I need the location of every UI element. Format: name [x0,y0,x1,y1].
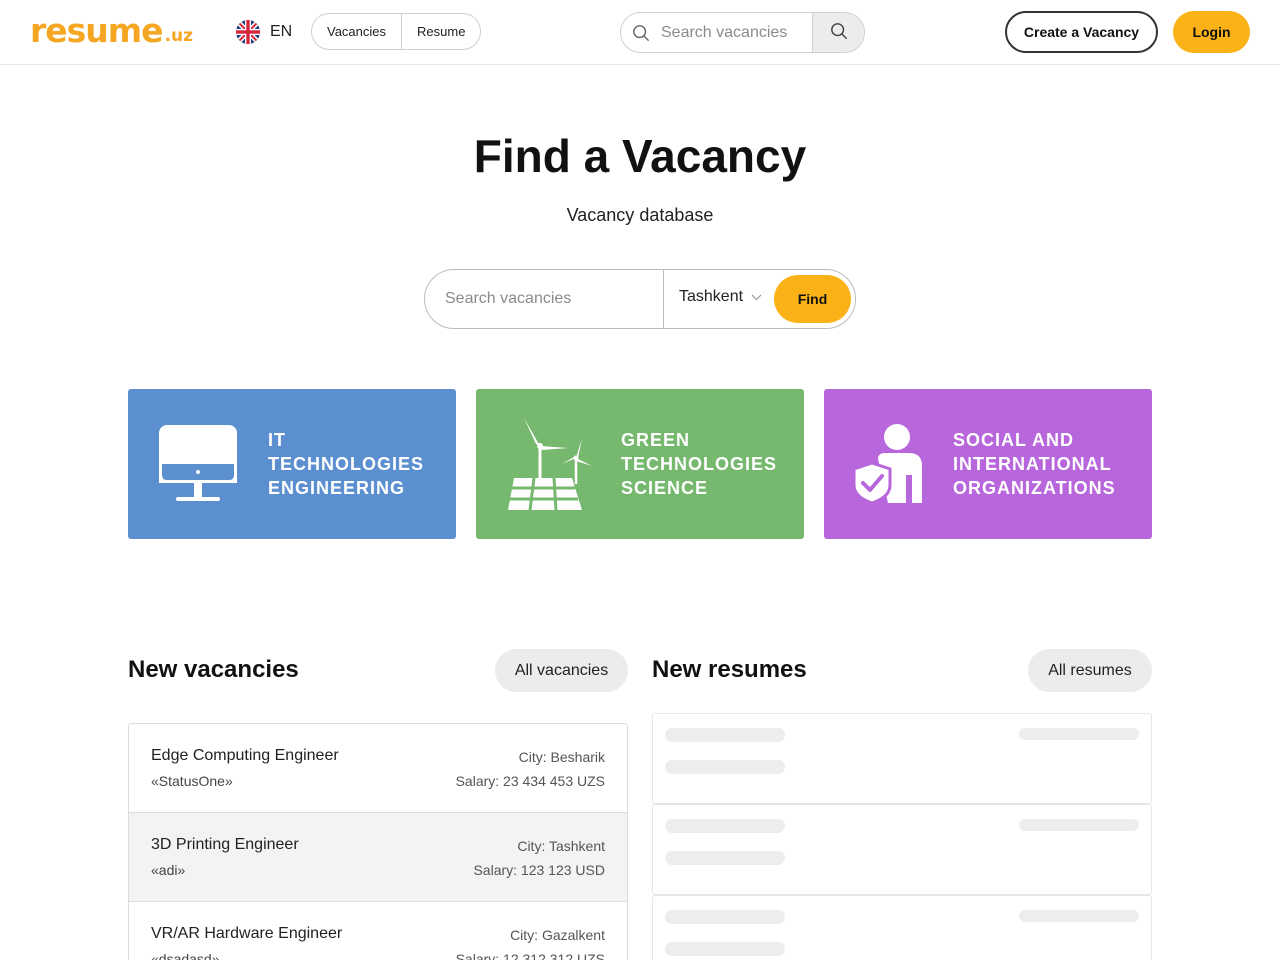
vacancy-title[interactable]: Edge Computing Engineer [151,747,339,765]
category-card-social[interactable]: SOCIAL AND INTERNATIONAL ORGANIZATIONS [824,389,1152,539]
vacancy-search-form: Tashkent Find [424,269,856,329]
resume-skeleton-row [652,895,1152,960]
skeleton-bar [665,910,785,924]
header-search [620,12,865,53]
search-divider [663,270,664,328]
all-vacancies-button[interactable]: All vacancies [495,649,628,692]
search-icon [830,22,848,45]
person-shield-icon [854,389,924,539]
resume-list [652,713,1152,960]
search-icon [621,24,661,42]
vacancy-company: «adi» [151,862,186,878]
category-card-it[interactable]: IT TECHNOLOGIES ENGINEERING [128,389,456,539]
category-line: TECHNOLOGIES [621,454,778,474]
header-search-input[interactable] [661,23,813,42]
skeleton-bar [1019,910,1139,922]
vacancy-salary: Salary: 123 123 USD [473,862,605,878]
new-resumes-title: New resumes [652,656,807,683]
wind-solar-icon [506,389,592,539]
skeleton-bar [665,851,785,865]
city-select-value: Tashkent [679,288,744,305]
header-search-button[interactable] [812,13,864,52]
category-line: SOCIAL AND [953,430,1075,450]
create-vacancy-button[interactable]: Create a Vacancy [1005,11,1158,53]
vacancy-row[interactable]: Edge Computing Engineer «StatusOne» City… [129,724,627,813]
language-code: EN [270,23,293,40]
vacancy-title[interactable]: VR/AR Hardware Engineer [151,925,342,943]
vacancy-company: «dsadasd» [151,951,220,960]
category-line: ORGANIZATIONS [953,478,1116,498]
vacancy-row[interactable]: VR/AR Hardware Engineer «dsadasd» City: … [129,902,627,960]
resume-skeleton-row [652,713,1152,804]
logo-text: resume [30,11,164,50]
skeleton-bar [665,942,785,956]
vacancy-salary: Salary: 12 312 312 UZS [455,951,605,960]
chevron-down-icon [751,288,762,306]
category-line: GREEN [621,430,691,450]
vacancy-city: City: Gazalkent [510,927,605,943]
vacancy-company: «StatusOne» [151,773,233,789]
skeleton-bar [665,760,785,774]
login-button[interactable]: Login [1173,11,1250,53]
site-header: resume .uz EN Vacancies Resume Search va… [0,0,1280,65]
new-vacancies-title: New vacancies [128,656,299,683]
page-title: Find a Vacancy [473,130,807,182]
city-select[interactable]: Tashkent [679,288,762,306]
site-logo[interactable]: resume .uz [30,11,194,50]
page-subtitle: Vacancy database [566,205,714,225]
monitor-icon [158,389,238,539]
skeleton-bar [665,819,785,833]
category-line: IT [268,430,286,450]
skeleton-bar [1019,819,1139,831]
skeleton-bar [1019,728,1139,740]
nav-vacancies[interactable]: Vacancies [312,14,401,49]
category-label: SOCIAL AND INTERNATIONAL ORGANIZATIONS [953,428,1116,500]
vacancy-city: City: Tashkent [517,838,605,854]
language-switcher[interactable]: EN [236,20,292,44]
category-line: INTERNATIONAL [953,454,1112,474]
vacancy-title[interactable]: 3D Printing Engineer [151,836,299,854]
find-button[interactable]: Find [774,275,851,323]
vacancy-row[interactable]: 3D Printing Engineer «adi» City: Tashken… [129,813,627,902]
category-line: ENGINEERING [268,478,406,498]
uk-flag-icon [236,20,260,44]
nav-resume[interactable]: Resume [401,14,480,49]
all-resumes-button[interactable]: All resumes [1028,649,1152,692]
category-line: SCIENCE [621,478,709,498]
vacancy-salary: Salary: 23 434 453 UZS [455,773,605,789]
main-nav: Vacancies Resume [311,13,482,50]
skeleton-bar [665,728,785,742]
vacancy-list: Edge Computing Engineer «StatusOne» City… [128,723,628,960]
vacancy-search-input[interactable] [445,290,660,308]
category-label: GREEN TECHNOLOGIES SCIENCE [621,428,777,500]
category-label: IT TECHNOLOGIES ENGINEERING [268,428,424,500]
resume-skeleton-row [652,804,1152,895]
logo-domain: .uz [164,26,194,46]
category-line: TECHNOLOGIES [268,454,425,474]
vacancy-city: City: Besharik [518,749,605,765]
category-card-green[interactable]: GREEN TECHNOLOGIES SCIENCE [476,389,804,539]
